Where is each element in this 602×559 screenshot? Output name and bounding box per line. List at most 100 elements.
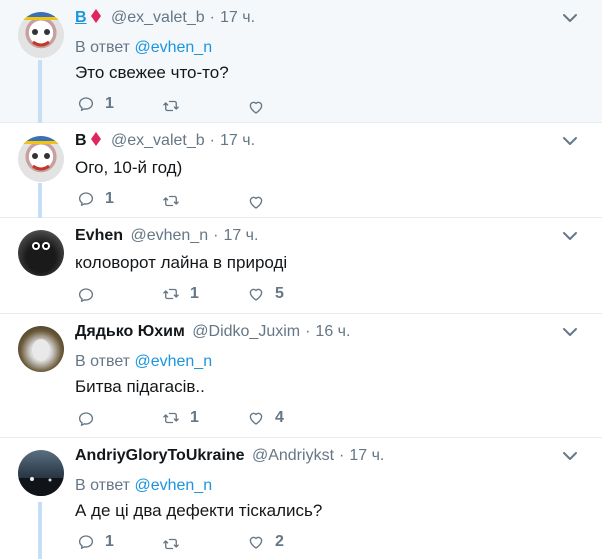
like-button[interactable] — [247, 193, 265, 211]
retweet-icon — [162, 192, 180, 210]
timestamp[interactable]: 17 ч. — [349, 447, 384, 464]
display-name[interactable]: В — [75, 9, 87, 26]
reply-prefix: В ответ — [75, 477, 131, 494]
avatar-clown-image — [18, 12, 64, 47]
tweet[interactable]: В @ex_valet_b · 17 ч. В ответ @evhen_n Это… — [0, 0, 602, 123]
reply-button[interactable] — [77, 410, 95, 428]
tweet-text: коловорот лайна в природі — [75, 253, 288, 272]
retweet-icon — [162, 285, 180, 303]
avatar[interactable] — [18, 326, 64, 372]
user-handle[interactable]: @ex_valet_b — [111, 9, 205, 26]
retweet-button[interactable]: 1 — [162, 285, 199, 303]
diamond-icon — [91, 9, 101, 23]
tweet-text: Ого, 10-й год) — [75, 158, 183, 177]
timestamp[interactable]: 17 ч. — [220, 9, 255, 26]
avatar-landscape-image — [18, 477, 64, 496]
like-button[interactable]: 4 — [247, 409, 284, 427]
like-button[interactable]: 5 — [247, 285, 284, 303]
reply-button[interactable]: 1 — [77, 533, 114, 551]
reply-button[interactable]: 1 — [77, 95, 114, 113]
retweet-count: 1 — [190, 285, 199, 302]
tweet-header: Evhen @evhen_n · 17 ч. — [75, 227, 258, 245]
chevron-down-icon[interactable] — [562, 230, 578, 242]
reply-icon — [77, 190, 95, 208]
like-button[interactable]: 2 — [247, 533, 284, 551]
retweet-icon — [162, 97, 180, 115]
tweet-text: Битва підагасів.. — [75, 377, 205, 396]
user-handle[interactable]: @Didko_Juxim — [192, 323, 300, 340]
avatar-dark-image — [32, 242, 50, 250]
reply-context: В ответ @evhen_n — [75, 477, 212, 495]
user-handle[interactable]: @evhen_n — [130, 227, 208, 244]
tweet[interactable]: AndriyGloryToUkraine @Andriykst · 17 ч. В … — [0, 438, 602, 559]
reply-mention-link[interactable]: @evhen_n — [134, 353, 212, 370]
thread-line — [38, 502, 42, 559]
heart-icon — [247, 98, 265, 116]
retweet-button[interactable] — [162, 192, 180, 210]
display-name[interactable]: AndriyGloryToUkraine — [75, 447, 245, 464]
chevron-down-icon[interactable] — [562, 450, 578, 462]
tweet-header: В @ex_valet_b · 17 ч. — [75, 132, 255, 150]
chevron-down-icon[interactable] — [562, 12, 578, 24]
timestamp[interactable]: 17 ч. — [220, 132, 255, 149]
thread-line — [38, 183, 42, 218]
separator-dot: · — [209, 132, 215, 149]
tweet-header: Дядько Юхим @Didko_Juxim · 16 ч. — [75, 323, 350, 341]
diamond-icon — [91, 132, 101, 146]
display-name[interactable]: В — [75, 132, 87, 149]
reply-prefix: В ответ — [75, 353, 131, 370]
avatar[interactable] — [18, 136, 64, 182]
reply-context: В ответ @evhen_n — [75, 39, 212, 57]
reply-icon — [77, 286, 95, 304]
chevron-down-icon[interactable] — [562, 326, 578, 338]
separator-dot: · — [305, 323, 311, 340]
like-button[interactable] — [247, 98, 265, 116]
retweet-icon — [162, 409, 180, 427]
retweet-icon — [162, 535, 180, 553]
heart-icon — [247, 409, 265, 427]
retweet-count: 1 — [190, 409, 199, 426]
reply-context: В ответ @evhen_n — [75, 353, 212, 371]
reply-count: 1 — [105, 95, 114, 112]
avatar-photo-image — [32, 339, 50, 361]
tweet-text: Это свежее что-то? — [75, 63, 229, 82]
user-handle[interactable]: @Andriykst — [252, 447, 334, 464]
timestamp[interactable]: 17 ч. — [223, 227, 258, 244]
like-count: 2 — [275, 533, 284, 550]
avatar[interactable] — [18, 230, 64, 276]
thread-line — [38, 60, 42, 123]
separator-dot: · — [209, 9, 215, 26]
reply-mention-link[interactable]: @evhen_n — [134, 39, 212, 56]
like-count: 4 — [275, 409, 284, 426]
reply-count: 1 — [105, 533, 114, 550]
heart-icon — [247, 193, 265, 211]
tweet-text: А де ці два дефекти тіскались? — [75, 501, 323, 520]
reply-icon — [77, 533, 95, 551]
retweet-button[interactable] — [162, 535, 180, 553]
tweet[interactable]: Evhen @evhen_n · 17 ч. коловорот лайна в п… — [0, 218, 602, 314]
tweet[interactable]: Дядько Юхим @Didko_Juxim · 16 ч. В ответ @… — [0, 314, 602, 438]
reply-button[interactable]: 1 — [77, 190, 114, 208]
avatar[interactable] — [18, 450, 64, 496]
tweet-header: AndriyGloryToUkraine @Andriykst · 17 ч. — [75, 447, 384, 465]
timestamp[interactable]: 16 ч. — [315, 323, 350, 340]
like-count: 5 — [275, 285, 284, 302]
tweet[interactable]: В @ex_valet_b · 17 ч. Ого, 10-й год) 1 — [0, 123, 602, 218]
user-handle[interactable]: @ex_valet_b — [111, 132, 205, 149]
tweet-header: В @ex_valet_b · 17 ч. — [75, 9, 255, 27]
reply-prefix: В ответ — [75, 39, 131, 56]
reply-icon — [77, 95, 95, 113]
heart-icon — [247, 533, 265, 551]
reply-button[interactable] — [77, 286, 95, 304]
display-name[interactable]: Evhen — [75, 227, 123, 244]
reply-icon — [77, 410, 95, 428]
avatar[interactable] — [18, 12, 64, 58]
separator-dot: · — [339, 447, 345, 464]
retweet-button[interactable]: 1 — [162, 409, 199, 427]
chevron-down-icon[interactable] — [562, 135, 578, 147]
retweet-button[interactable] — [162, 97, 180, 115]
display-name[interactable]: Дядько Юхим — [75, 323, 185, 340]
reply-mention-link[interactable]: @evhen_n — [134, 477, 212, 494]
separator-dot: · — [213, 227, 219, 244]
avatar-clown-image — [18, 136, 64, 171]
